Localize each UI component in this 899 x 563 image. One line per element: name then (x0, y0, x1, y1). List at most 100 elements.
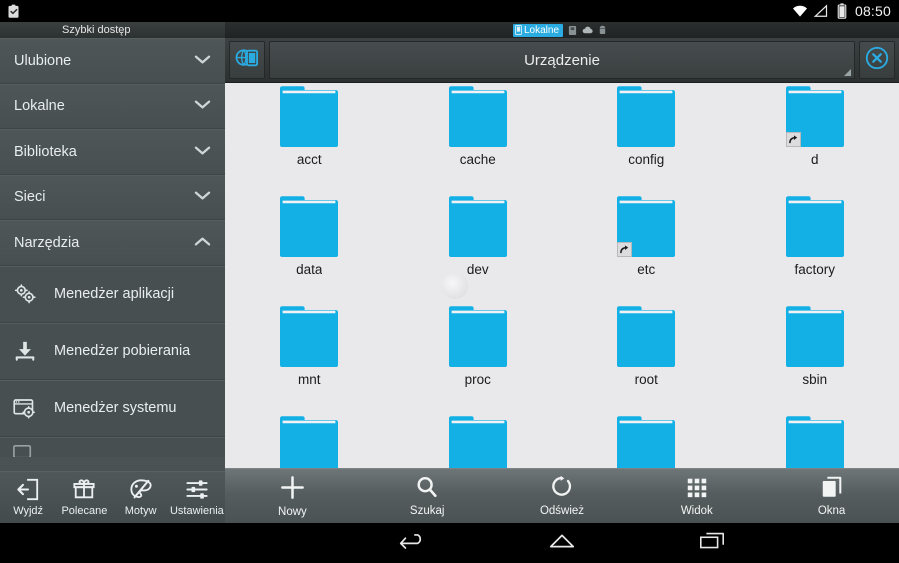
sidebar-group-narzedzia[interactable]: Narzędzia (0, 220, 225, 266)
view-button[interactable]: Widok (629, 469, 764, 524)
sidebar-group-lokalne[interactable]: Lokalne (0, 84, 225, 130)
windows-stack-icon (820, 475, 844, 502)
main-panel: Urządzenie (225, 38, 899, 563)
search-icon (415, 475, 439, 502)
file-label: acct (297, 152, 322, 167)
refresh-icon (550, 475, 574, 502)
battery-icon (834, 3, 850, 19)
refresh-button[interactable]: Odśwież (495, 469, 630, 524)
nav-recents-button[interactable] (637, 530, 787, 557)
sidebar-group-label: Lokalne (14, 98, 65, 114)
folder-icon (617, 305, 675, 367)
sidebar-item-download-manager[interactable]: Menedżer pobierania (0, 323, 225, 380)
sidebar-group-sieci[interactable]: Sieci (0, 175, 225, 221)
folder-icon (280, 195, 338, 257)
sidebar-item-partial[interactable] (0, 437, 225, 457)
sidebar-item-app-manager[interactable]: Menedżer aplikacji (0, 266, 225, 323)
file-item[interactable]: etc (562, 193, 731, 303)
cell-signal-icon (813, 3, 829, 19)
sidebar-theme-button[interactable]: Motyw (113, 472, 169, 524)
refresh-label: Odśwież (540, 505, 584, 517)
path-bar[interactable]: Urządzenie (269, 41, 855, 79)
nav-back-button[interactable] (337, 530, 487, 557)
folder-icon (786, 305, 844, 367)
sidebar: Ulubione Lokalne Biblioteka Sieci (0, 38, 225, 563)
file-label: sbin (802, 372, 827, 387)
file-item[interactable]: proc (394, 303, 563, 413)
globe-device-icon (235, 47, 259, 74)
file-label: etc (637, 262, 655, 277)
file-grid[interactable]: acct cache (225, 83, 899, 508)
file-item[interactable]: sbin (731, 303, 899, 413)
sdcard-icon[interactable] (568, 25, 577, 36)
sidebar-item-label: Menedżer pobierania (54, 343, 190, 359)
file-item[interactable]: factory (731, 193, 899, 303)
home-icon (547, 530, 577, 557)
file-item[interactable]: cache (394, 83, 563, 193)
main-toolbar: Nowy Szukaj Odśwież (225, 468, 899, 523)
file-label: cache (460, 152, 496, 167)
file-label: proc (465, 372, 491, 387)
file-item[interactable]: mnt (225, 303, 394, 413)
windows-button[interactable]: Okna (764, 469, 899, 524)
back-icon (397, 530, 427, 557)
sidebar-item-system-manager[interactable]: Menedżer systemu (0, 380, 225, 437)
android-status-bar: 08:50 (0, 0, 899, 22)
system-window-gear-icon (12, 398, 38, 419)
sidebar-item-partial-row (12, 444, 34, 457)
folder-icon (786, 85, 844, 147)
palette-icon (129, 478, 153, 504)
new-label: Nowy (278, 506, 307, 518)
sidebar-toolbar: Wyjdź Polecane (0, 471, 225, 523)
file-label: d (811, 152, 819, 167)
file-item[interactable]: root (562, 303, 731, 413)
status-notifications (0, 3, 21, 19)
resize-corner-icon (844, 69, 851, 76)
cloud-icon[interactable] (582, 26, 593, 35)
app-root: 08:50 Szybki dostęp Lokalne (0, 0, 899, 563)
search-button[interactable]: Szukaj (360, 469, 495, 524)
sidebar-group-ulubione[interactable]: Ulubione (0, 38, 225, 84)
sidebar-exit-button[interactable]: Wyjdź (0, 472, 56, 524)
gift-icon (72, 478, 96, 504)
tab-lokalne[interactable]: Lokalne (513, 24, 563, 37)
quick-access-label: Szybki dostęp (62, 22, 130, 38)
symlink-badge-icon (617, 242, 632, 257)
sidebar-item-label: Menedżer systemu (54, 400, 177, 416)
download-icon (12, 340, 38, 362)
grid-view-icon (685, 475, 709, 502)
sidebar-exit-label: Wyjdź (13, 505, 43, 517)
exit-door-icon (16, 478, 40, 504)
file-item[interactable]: data (225, 193, 394, 303)
file-label: root (635, 372, 658, 387)
sidebar-recommended-label: Polecane (61, 505, 107, 517)
file-item[interactable]: config (562, 83, 731, 193)
file-label: mnt (298, 372, 321, 387)
folder-icon (449, 85, 507, 147)
folder-icon (280, 305, 338, 367)
new-button[interactable]: Nowy (225, 469, 360, 524)
folder-icon (280, 85, 338, 147)
file-item[interactable]: dev (394, 193, 563, 303)
android-icon[interactable] (598, 25, 607, 35)
chevron-down-icon (194, 189, 211, 205)
sidebar-group-biblioteka[interactable]: Biblioteka (0, 129, 225, 175)
file-grid-inner: acct cache (225, 83, 899, 508)
nav-home-button[interactable] (487, 530, 637, 557)
chevron-down-icon (194, 144, 211, 160)
sliders-icon (185, 478, 209, 504)
wifi-icon (792, 3, 808, 19)
sidebar-settings-label: Ustawienia (170, 505, 224, 517)
sidebar-recommended-button[interactable]: Polecane (56, 472, 112, 524)
device-browse-button[interactable] (229, 41, 265, 79)
view-label: Widok (681, 505, 713, 517)
search-label: Szukaj (410, 505, 445, 517)
sidebar-scroll[interactable]: Ulubione Lokalne Biblioteka Sieci (0, 38, 225, 471)
sidebar-settings-button[interactable]: Ustawienia (169, 472, 225, 524)
open-tabs: Lokalne (513, 22, 607, 38)
file-item[interactable]: d (731, 83, 899, 193)
plus-icon (280, 475, 305, 503)
folder-icon (449, 305, 507, 367)
file-item[interactable]: acct (225, 83, 394, 193)
close-tab-button[interactable] (859, 41, 895, 79)
